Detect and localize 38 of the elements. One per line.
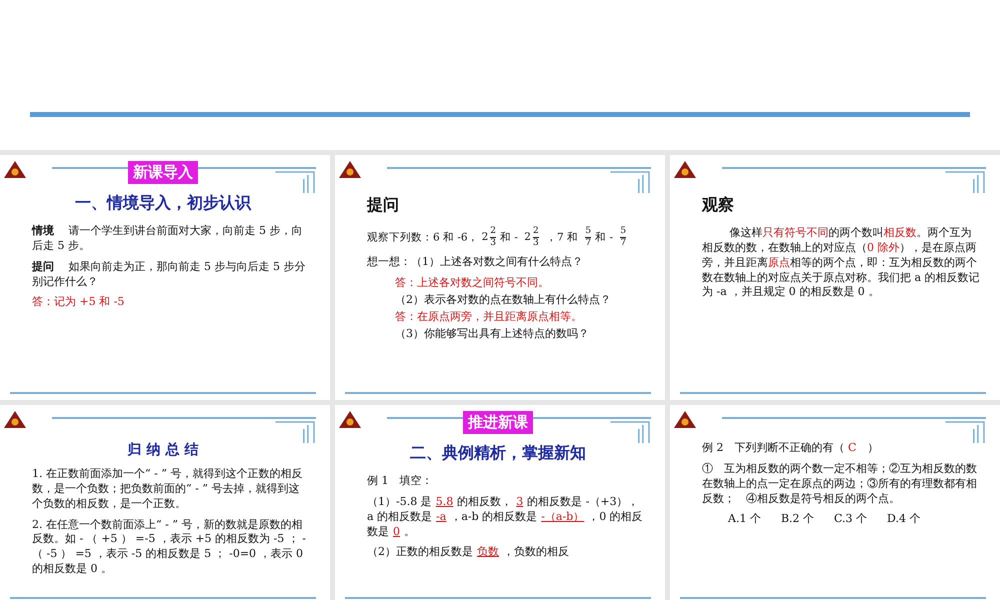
answer-option: D.4 个 bbox=[887, 512, 920, 528]
slide-text: 答：上述各对数之间符号不同。 bbox=[394, 276, 550, 292]
slide-text: （3）你能够写出具有上述特点的数吗？ bbox=[394, 326, 590, 342]
slide-text: 1. 在正数前面添加一个“ - ” 号，就得到这个正数的相反数，是一个负数；把负数前面的“ - ” 号去掉，就得到这个负数的相反数，是一个正数。 bbox=[32, 467, 304, 512]
slide-text: ① 互为相反数的两个数一定不相等；②互为相反数的数在数轴上的点一定在原点的两边；③所有的有理数都有相反数； ④相反数是符号相反的两个点。 bbox=[702, 462, 978, 506]
triangle-logo-icon bbox=[339, 411, 361, 428]
slide-text: 2. 在任意一个数前面添上“ - ” 号，新的数就是原数的相反数。如 - （ +5 ） =-5 ，表示 +5 的相反数为 -5 ； - （ -5 ） =5 ，表示 -5 的相反数是 5 ； -0=0 ，表示 0 的相反数是 0 。 bbox=[32, 518, 307, 577]
slide-title: 一、情境导入，初步认识 bbox=[74, 193, 252, 214]
slide-title: 归 纳 总 结 bbox=[126, 441, 200, 459]
slide-text: 提问 如果向前走为正，那向前走 5 步与向后走 5 步分别记作什么？ bbox=[32, 260, 306, 290]
triangle-logo-icon bbox=[339, 161, 361, 178]
answer-option: B.2 个 bbox=[780, 512, 814, 528]
slide-title: 二、典例精析，掌握新知 bbox=[409, 443, 587, 464]
slide-title: 观察 bbox=[702, 195, 735, 216]
slide-thumbnail[interactable]: 新课导入 一、情境导入，初步认识 情境 请一个学生到讲台前面对大家，向前走 5 步，向后走 5 步。 提问 如果向前走为正，那向前走 5 步与向后走 5 步分别记作什么？ 答：记为 +5 和 -5 bbox=[0, 155, 330, 400]
answer-option: A.1 个 bbox=[728, 512, 761, 528]
triangle-logo-icon bbox=[674, 411, 696, 428]
slide-text: 例 2 下列判断不正确的有（ C ） bbox=[702, 441, 880, 456]
slide-text: （1）-5.8 是 5.8 的相反数， 3 的相反数是 -（+3），a 的相反数是 -a ，a-b 的相反数是 -（a-b） ，0 的相反数是 0 。 bbox=[367, 494, 644, 540]
triangle-logo-icon bbox=[4, 411, 26, 428]
slide-text: 想一想：（1）上述各对数之间有什么特点？ bbox=[367, 255, 584, 270]
slide-thumbnail[interactable]: 推进新课 二、典例精析，掌握新知 例 1 填空： （1）-5.8 是 5.8 的相反数， 3 的相反数是 -（+3），a 的相反数是 -a ，a-b 的相反数是 -（a-b） ，0 的相反数是 0 。 （2）正数的相反数是 负数 ，负数的相反 bbox=[335, 405, 665, 600]
slide-text: （2）表示各对数的点在数轴上有什么特点？ bbox=[394, 293, 612, 308]
section-badge: 推进新课 bbox=[463, 411, 533, 434]
slide-text: 像这样只有符号不同的两个数叫相反数。两个互为相反数的数，在数轴上的对应点（0 除外），是在原点两旁，并且距离原点相等的两个点，即：互为相反数的两个数在数轴上的对应点关于原点对称。我们把 a 的相反数记为 -a ，并且规定 0 的相反数是 0 。 bbox=[702, 226, 980, 300]
slide-thumbnail[interactable]: 观察 像这样只有符号不同的两个数叫相反数。两个互为相反数的数，在数轴上的对应点（0 除外），是在原点两旁，并且距离原点相等的两个点，即：互为相反数的两个数在数轴上的对应点关于原点对称。我们把 a 的相反数记为 -a ，并且规定 0 的相反数是 0 。 bbox=[670, 155, 1000, 400]
slide-text: 答：记为 +5 和 -5 bbox=[32, 295, 126, 310]
answer-option: C.3 个 bbox=[834, 512, 868, 528]
section-badge: 新课导入 bbox=[128, 161, 198, 184]
triangle-logo-icon bbox=[674, 161, 696, 178]
slide-title: 提问 bbox=[367, 195, 400, 216]
slide-text: （2）正数的相反数是 负数 ，负数的相反 bbox=[367, 545, 570, 560]
slide-thumbnail[interactable]: 归 纳 总 结 1. 在正数前面添加一个“ - ” 号，就得到这个正数的相反数，是一个负数；把负数前面的“ - ” 号去掉，就得到这个负数的相反数，是一个正数。 2. 在任意一个数前面添上“ - ” 号，新的数就是原数的相反数。如 - （ +5 ） =-5 ，表示 +5 的相反数为 -5 ； - （ -5 ） =5 ，表示 -5 的相反数是 5 ； -0=0 ，表示 0 的相反数是 0 。 bbox=[0, 405, 330, 600]
triangle-logo-icon bbox=[4, 161, 26, 178]
slide-text: 例 1 填空： bbox=[367, 474, 434, 489]
slide-text: 答：在原点两旁，并且距离原点相等。 bbox=[394, 310, 583, 325]
slide-thumbnail[interactable]: 例 2 下列判断不正确的有（ C ） ① 互为相反数的两个数一定不相等；②互为相反数的数在数轴上的点一定在原点的两边；③所有的有理数都有相反数； ④相反数是符号相反的两个点。 A.1 个 B.2 个 C.3 个 D.4 个 bbox=[670, 405, 1000, 600]
slide-text: 情境 请一个学生到讲台前面对大家，向前走 5 步，向后走 5 步。 bbox=[32, 224, 304, 254]
